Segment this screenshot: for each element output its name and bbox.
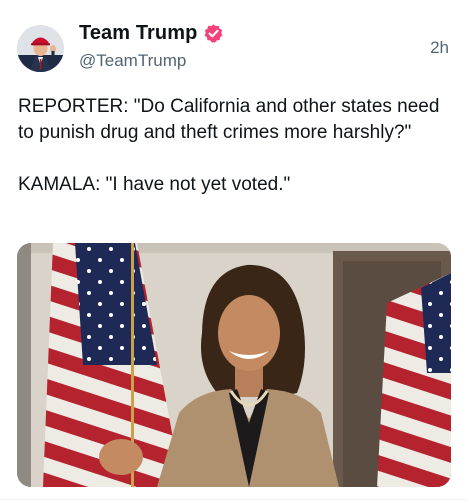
- post-text-line-2: KAMALA: "I have not yet voted.": [18, 174, 291, 195]
- post-text: REPORTER: "Do California and other state…: [18, 94, 450, 198]
- verified-badge-icon: [205, 24, 223, 43]
- video-still-image: [17, 243, 451, 487]
- post-text-line-1: REPORTER: "Do California and other state…: [18, 96, 440, 143]
- avatar-image: [17, 25, 64, 72]
- author-handle[interactable]: @TeamTrump: [79, 51, 186, 71]
- post-timestamp[interactable]: 2h: [430, 38, 449, 58]
- tweet-card[interactable]: Team Trump @TeamTrump 2h REPORTER: "Do C…: [0, 0, 467, 500]
- author-avatar[interactable]: [17, 25, 64, 72]
- post-video[interactable]: [17, 243, 451, 487]
- author-name[interactable]: Team Trump: [79, 22, 197, 45]
